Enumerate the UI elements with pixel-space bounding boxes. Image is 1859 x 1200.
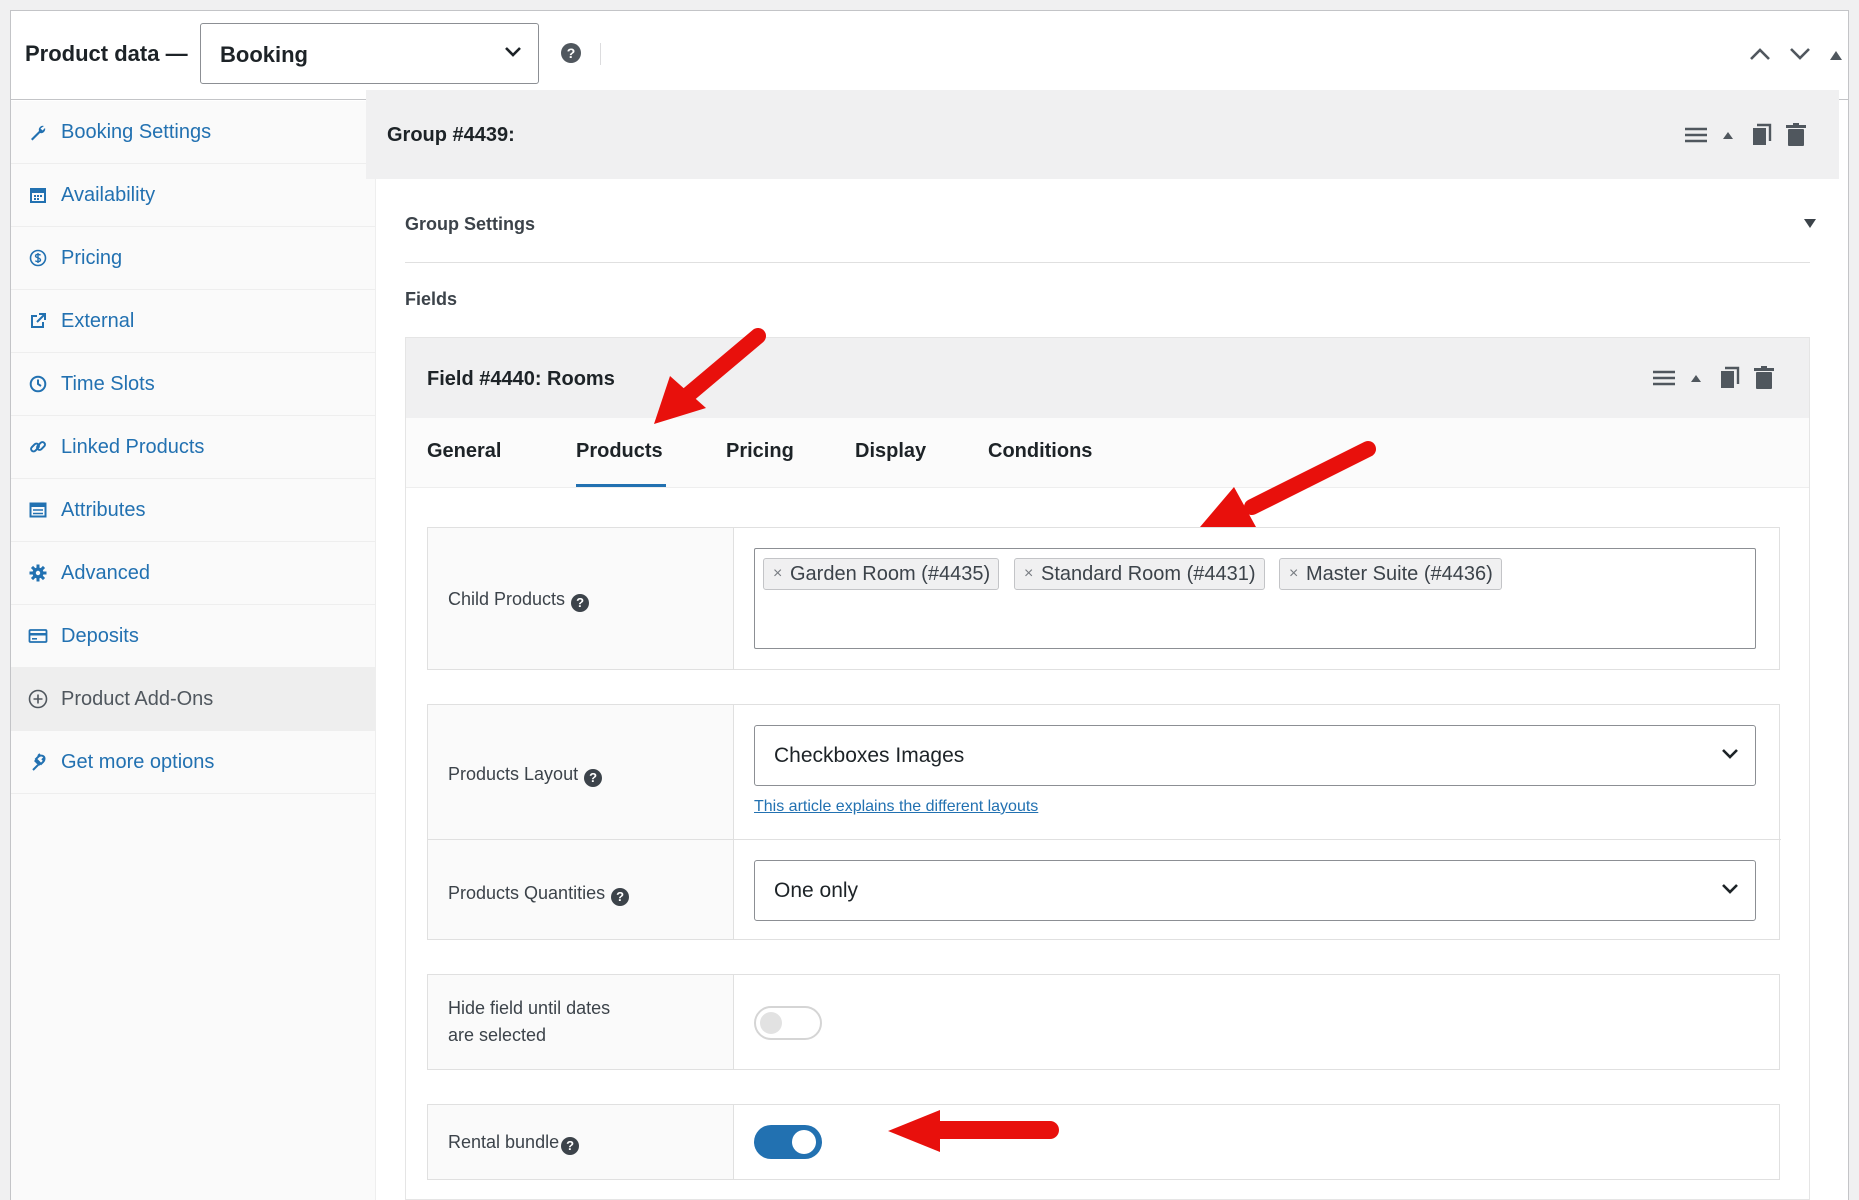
products-layout-label: Products Layout? [448,761,603,788]
products-quantities-select[interactable]: One only [754,860,1756,921]
gear-icon [27,562,49,584]
duplicate-icon[interactable] [1752,123,1772,147]
remove-tag-icon[interactable]: × [1024,559,1033,589]
sidebar-item-booking-settings[interactable]: Booking Settings [11,101,375,164]
sidebar-item-external[interactable]: External [11,290,375,353]
child-products-label: Child Products? [448,586,590,613]
remove-tag-icon[interactable]: × [1289,559,1298,589]
group-controls [1684,90,1806,179]
product-tag: × Garden Room (#4435) [763,558,1000,590]
tab-products[interactable]: Products [576,440,663,463]
products-quantities-label: Products Quantities? [448,880,630,907]
field-header[interactable]: Field #4440: Rooms [406,338,1809,418]
clock-icon [27,373,49,395]
drag-handle-icon[interactable] [1684,125,1708,145]
group-header[interactable]: Group #4439: [366,90,1839,179]
rental-bundle-row: Rental bundle? [427,1104,1780,1180]
tab-general[interactable]: General [427,440,501,463]
link-icon [27,436,49,458]
product-data-tabs: Booking Settings Availability Pricing Ex… [11,101,376,1200]
product-type-value: Booking [220,42,308,67]
hide-field-row: Hide field until dates are selected [427,974,1780,1070]
child-products-row: Child Products? × Garden Room (#4435) × St… [427,527,1780,670]
rental-bundle-label: Rental bundle? [448,1129,580,1156]
tab-pricing[interactable]: Pricing [726,440,794,463]
product-tag: × Master Suite (#4436) [1279,558,1502,590]
header-divider [600,43,601,65]
sidebar-item-product-add-ons[interactable]: Product Add-Ons [11,668,375,731]
product-data-header: Product data — Booking ? [11,11,1848,100]
svg-text:?: ? [567,45,576,61]
sidebar-item-availability[interactable]: Availability [11,164,375,227]
sidebar-item-deposits[interactable]: Deposits [11,605,375,668]
child-products-select[interactable]: × Garden Room (#4435) × Standard Room (#44… [754,548,1756,649]
hide-field-toggle[interactable] [754,1006,822,1040]
help-icon[interactable]: ? [561,1137,580,1155]
sidebar-item-attributes[interactable]: Attributes [11,479,375,542]
group-settings-toggle[interactable]: Group Settings [405,214,535,235]
collapse-toggle-icon[interactable] [1829,49,1843,61]
tab-display[interactable]: Display [855,440,926,463]
layouts-article-link[interactable]: This article explains the different layo… [754,798,1038,816]
field-panel: Field #4440: Rooms General Products Pric… [405,337,1810,1200]
field-title: Field #4440: Rooms [427,368,615,390]
chevron-down-icon [1722,749,1738,759]
move-up-icon[interactable] [1749,47,1771,61]
plugin-icon [27,751,49,773]
collapse-icon[interactable] [1722,130,1734,140]
products-layout-row: Products Layout? Products Quantities? Ch… [427,704,1781,940]
divider [405,262,1810,263]
card-icon [27,625,49,647]
help-icon[interactable]: ? [584,769,603,787]
help-icon[interactable]: ? [611,888,630,906]
trash-icon[interactable] [1786,122,1806,147]
plus-circle-icon [27,688,49,710]
wrench-icon [27,121,49,143]
help-icon[interactable]: ? [571,594,590,612]
list-icon [27,499,49,521]
field-tabs: General Products Pricing Display Conditi… [406,418,1809,488]
chevron-down-icon [505,47,521,57]
chevron-down-icon [1722,884,1738,894]
collapse-icon[interactable] [1690,373,1702,383]
remove-tag-icon[interactable]: × [773,559,782,589]
fields-heading: Fields [405,289,458,309]
sidebar-item-linked-products[interactable]: Linked Products [11,416,375,479]
external-link-icon [27,310,49,332]
field-controls [1652,338,1774,418]
drag-handle-icon[interactable] [1652,368,1676,388]
products-layout-select[interactable]: Checkboxes Images [754,725,1756,786]
duplicate-icon[interactable] [1720,366,1740,390]
product-data-title: Product data — [25,41,188,66]
hide-field-label: Hide field until dates are selected [448,998,611,1045]
sidebar-item-pricing[interactable]: Pricing [11,227,375,290]
trash-icon[interactable] [1754,366,1774,390]
sidebar-item-time-slots[interactable]: Time Slots [11,353,375,416]
rental-bundle-toggle[interactable] [754,1125,822,1159]
calendar-icon [27,184,49,206]
group-title: Group #4439: [387,124,515,146]
product-type-select[interactable]: Booking [200,23,539,84]
caret-down-icon[interactable] [1803,217,1817,229]
tab-conditions[interactable]: Conditions [988,440,1092,463]
move-down-icon[interactable] [1789,47,1811,61]
sidebar-item-advanced[interactable]: Advanced [11,542,375,605]
dollar-icon [27,247,49,269]
product-tag: × Standard Room (#4431) [1014,558,1265,590]
sidebar-item-get-more-options[interactable]: Get more options [11,731,375,794]
active-tab-indicator [576,484,666,487]
help-icon[interactable]: ? [560,42,582,64]
